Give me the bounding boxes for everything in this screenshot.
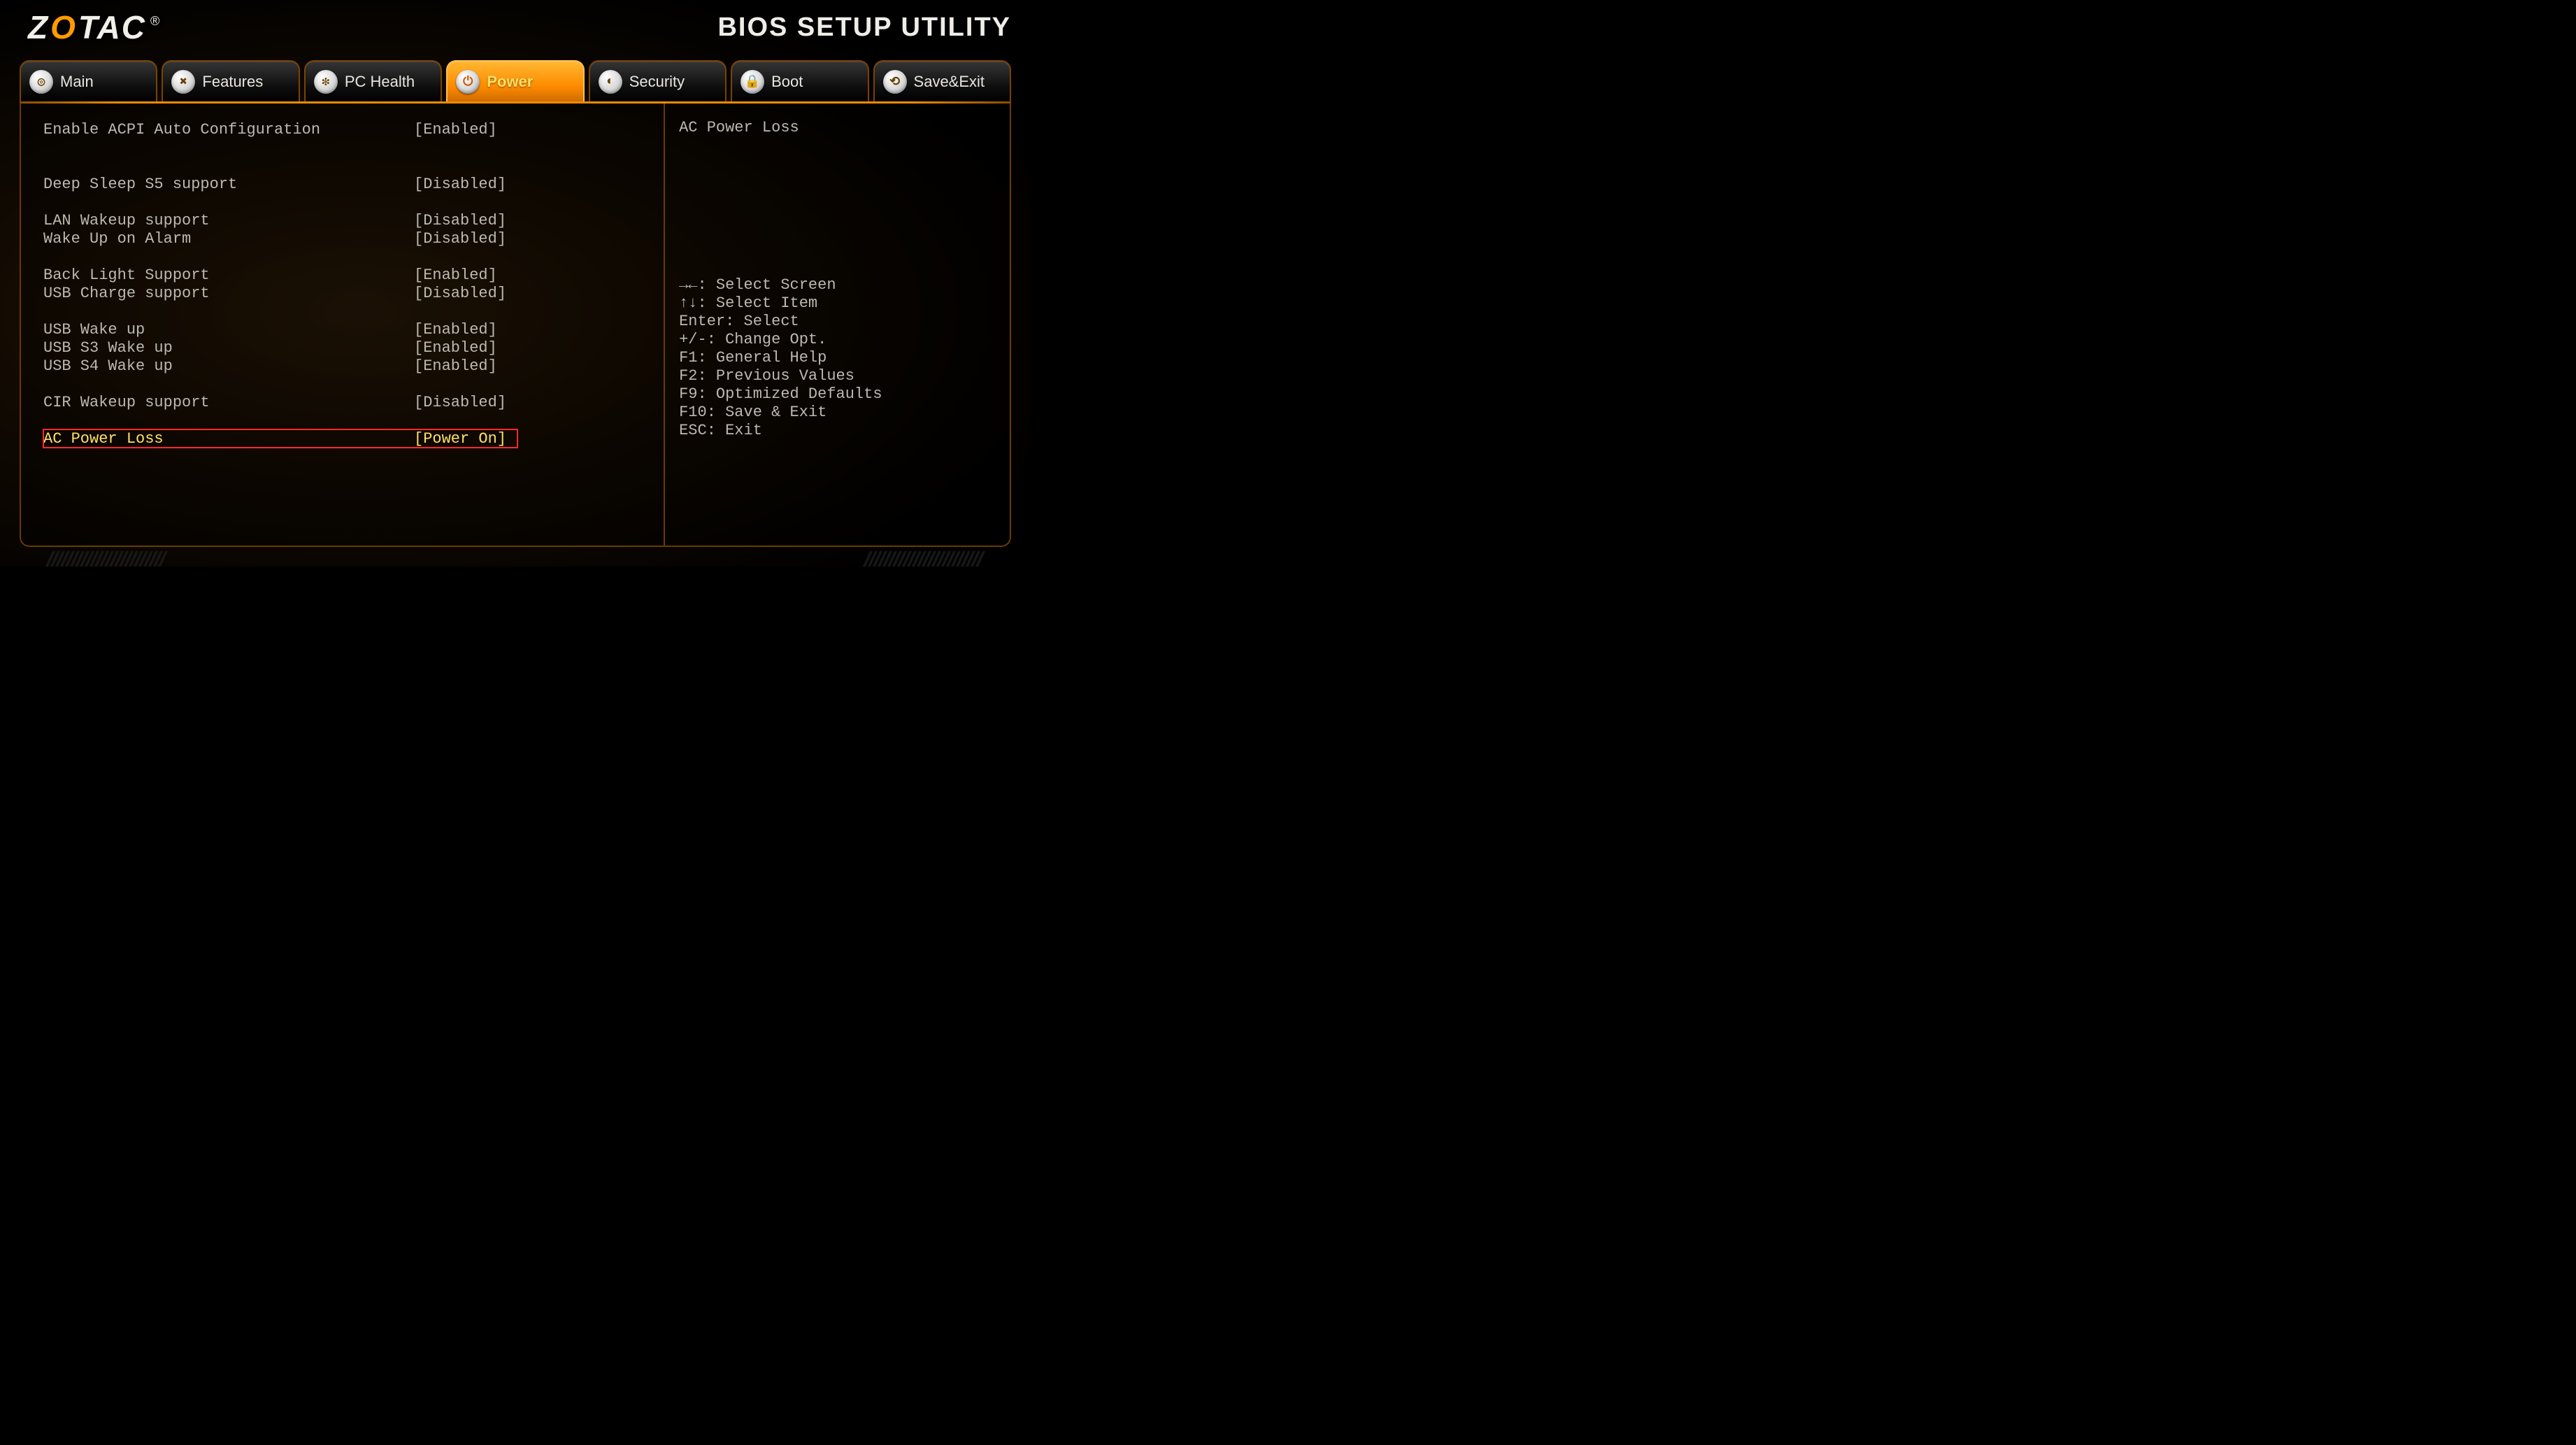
key-hint: F10: Save & Exit bbox=[679, 404, 1010, 422]
tab-icon: ⏻ bbox=[456, 70, 480, 94]
content-panel: Enable ACPI Auto Configuration[Enabled]D… bbox=[20, 104, 1011, 547]
brand-text: Z bbox=[28, 8, 49, 46]
setting-value: [Disabled] bbox=[414, 230, 506, 248]
brand-text: TAC bbox=[78, 8, 146, 46]
bios-screen: ZOTAC ® BIOS SETUP UTILITY ◎ Main ✖ Features… bbox=[0, 0, 1031, 571]
spacer bbox=[43, 411, 664, 429]
brand-logo: ZOTAC ® bbox=[28, 8, 161, 46]
setting-value: [Enabled] bbox=[414, 266, 497, 284]
setting-row[interactable]: USB Wake up[Enabled] bbox=[43, 320, 664, 339]
spacer bbox=[43, 193, 664, 211]
app-title: BIOS SETUP UTILITY bbox=[717, 13, 1011, 43]
tab-boot[interactable]: 🔒 Boot bbox=[731, 60, 868, 102]
key-hint: F1: General Help bbox=[679, 349, 1010, 367]
key-hint: ↑↓: Select Item bbox=[679, 294, 1010, 313]
setting-value: [Disabled] bbox=[414, 176, 506, 193]
key-hint: F2: Previous Values bbox=[679, 367, 1010, 385]
tab-main[interactable]: ◎ Main bbox=[20, 60, 157, 102]
setting-label: Deep Sleep S5 support bbox=[43, 176, 414, 193]
setting-row[interactable]: CIR Wakeup support[Disabled] bbox=[43, 393, 664, 411]
tab-icon: ◎ bbox=[29, 70, 53, 94]
setting-label: Wake Up on Alarm bbox=[43, 230, 414, 248]
setting-label: USB S3 Wake up bbox=[43, 339, 414, 357]
setting-row[interactable]: Wake Up on Alarm[Disabled] bbox=[43, 229, 664, 248]
setting-label: USB Charge support bbox=[43, 285, 414, 302]
setting-row[interactable]: Enable ACPI Auto Configuration[Enabled] bbox=[43, 120, 664, 138]
tab-features[interactable]: ✖ Features bbox=[162, 60, 299, 102]
help-panel: AC Power Loss →←: Select Screen↑↓: Selec… bbox=[664, 104, 1010, 546]
spacer bbox=[43, 302, 664, 320]
tab-label: Save&Exit bbox=[914, 73, 985, 91]
brand-o: O bbox=[50, 8, 77, 46]
decor-hash-right bbox=[866, 551, 982, 567]
setting-row[interactable]: Back Light Support[Enabled] bbox=[43, 266, 664, 284]
tab-icon: 🔒 bbox=[740, 70, 764, 94]
tab-label: Security bbox=[629, 73, 685, 91]
spacer bbox=[43, 138, 664, 157]
setting-value: [Enabled] bbox=[414, 339, 497, 357]
settings-list: Enable ACPI Auto Configuration[Enabled]D… bbox=[21, 104, 664, 546]
tab-label: Power bbox=[487, 73, 533, 91]
setting-value: [Power On] bbox=[414, 430, 506, 448]
setting-label: CIR Wakeup support bbox=[43, 394, 414, 411]
tab-save-exit[interactable]: ⟲ Save&Exit bbox=[873, 60, 1011, 102]
header-bar: ZOTAC ® BIOS SETUP UTILITY bbox=[0, 0, 1031, 55]
help-title: AC Power Loss bbox=[679, 119, 1010, 136]
setting-label: AC Power Loss bbox=[43, 430, 414, 448]
setting-row[interactable]: USB S4 Wake up[Enabled] bbox=[43, 357, 664, 375]
tab-security[interactable]: ◐ Security bbox=[589, 60, 727, 102]
tab-icon: ✖ bbox=[171, 70, 195, 94]
tab-label: Features bbox=[202, 73, 263, 91]
spacer bbox=[43, 157, 664, 175]
setting-row[interactable]: AC Power Loss[Power On] bbox=[43, 429, 517, 448]
setting-value: [Disabled] bbox=[414, 212, 506, 229]
key-legend: →←: Select Screen↑↓: Select ItemEnter: S… bbox=[679, 276, 1010, 440]
setting-row[interactable]: USB Charge support[Disabled] bbox=[43, 284, 664, 302]
tab-pc-health[interactable]: ❇ PC Health bbox=[304, 60, 442, 102]
tab-label: Boot bbox=[771, 73, 803, 91]
tab-label: PC Health bbox=[345, 73, 415, 91]
setting-row[interactable]: Deep Sleep S5 support[Disabled] bbox=[43, 175, 664, 193]
key-hint: +/-: Change Opt. bbox=[679, 331, 1010, 349]
setting-label: LAN Wakeup support bbox=[43, 212, 414, 229]
setting-label: Enable ACPI Auto Configuration bbox=[43, 121, 414, 138]
trademark-icon: ® bbox=[150, 14, 161, 29]
key-hint: Enter: Select bbox=[679, 313, 1010, 331]
tab-row: ◎ Main ✖ Features ❇ PC Health ⏻ Power ◐ Security 🔒… bbox=[0, 55, 1031, 102]
setting-value: [Disabled] bbox=[414, 394, 506, 411]
setting-label: USB Wake up bbox=[43, 321, 414, 339]
tab-icon: ◐ bbox=[599, 70, 622, 94]
setting-value: [Enabled] bbox=[414, 121, 497, 138]
setting-row[interactable]: LAN Wakeup support[Disabled] bbox=[43, 211, 664, 229]
setting-label: Back Light Support bbox=[43, 266, 414, 284]
setting-row[interactable]: USB S3 Wake up[Enabled] bbox=[43, 339, 664, 357]
spacer bbox=[43, 248, 664, 266]
tab-label: Main bbox=[60, 73, 94, 91]
tab-icon: ❇ bbox=[314, 70, 338, 94]
setting-value: [Disabled] bbox=[414, 285, 506, 302]
key-hint: ESC: Exit bbox=[679, 422, 1010, 440]
setting-value: [Enabled] bbox=[414, 357, 497, 375]
decor-hash-left bbox=[49, 551, 164, 567]
tab-icon: ⟲ bbox=[883, 70, 907, 94]
tab-power[interactable]: ⏻ Power bbox=[446, 60, 584, 102]
spacer bbox=[43, 375, 664, 393]
setting-value: [Enabled] bbox=[414, 321, 497, 339]
key-hint: →←: Select Screen bbox=[679, 276, 1010, 294]
setting-label: USB S4 Wake up bbox=[43, 357, 414, 375]
key-hint: F9: Optimized Defaults bbox=[679, 385, 1010, 404]
